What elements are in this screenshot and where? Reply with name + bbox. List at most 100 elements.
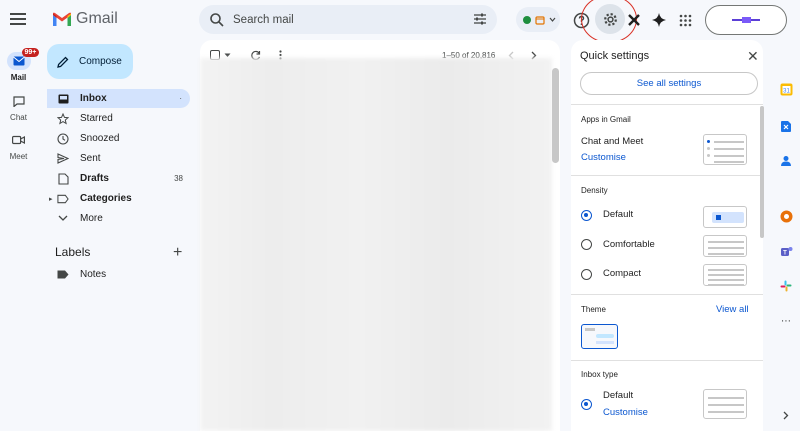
calendar-status-icon [535, 15, 545, 25]
chevron-down-icon [57, 213, 69, 225]
gear-icon [603, 12, 617, 26]
mail-scrollbar[interactable] [552, 68, 559, 163]
density-default-radio[interactable] [581, 210, 592, 221]
inbox-type-heading: Inbox type [581, 370, 618, 379]
apps-customise-link[interactable]: Customise [581, 152, 626, 163]
help-button[interactable] [570, 9, 592, 31]
density-option-label: Comfortable [603, 239, 655, 250]
divider [571, 104, 763, 105]
theme-default-thumbnail[interactable] [581, 324, 618, 349]
extension-button[interactable] [623, 9, 645, 31]
status-selector[interactable] [516, 7, 560, 32]
rail-meet[interactable]: Meet [0, 131, 37, 161]
star-icon [57, 112, 69, 125]
create-label-button[interactable]: + [173, 244, 182, 262]
gemini-sparkle-icon [652, 13, 666, 27]
account-logo-icon [732, 17, 760, 23]
draft-icon [57, 172, 69, 185]
label-notes[interactable]: Notes [47, 265, 190, 284]
quick-settings-panel: Quick settings ✕ See all settings Apps i… [571, 40, 763, 431]
video-camera-icon [12, 135, 25, 145]
rail-chat-label: Chat [10, 113, 27, 122]
svg-text:T: T [783, 250, 787, 256]
nav-starred[interactable]: Starred [47, 109, 190, 128]
quick-settings-scrollbar[interactable] [760, 106, 764, 238]
divider [571, 360, 763, 361]
teams-icon[interactable]: T [779, 244, 793, 258]
density-compact-thumbnail [703, 264, 747, 286]
nav-label: Sent [80, 153, 101, 164]
app-add-on-icon[interactable] [779, 209, 793, 223]
apps-text: Chat and Meet [581, 136, 644, 147]
svg-text:31: 31 [783, 88, 790, 94]
divider [571, 294, 763, 295]
nav-more[interactable]: More [47, 209, 190, 228]
select-dropdown-icon[interactable] [224, 53, 231, 58]
nav-label: Snoozed [80, 133, 120, 144]
product-name: Gmail [76, 10, 118, 27]
apps-preview-thumbnail [703, 134, 747, 165]
search-options-icon[interactable] [473, 12, 487, 26]
nav-inbox-count: · [179, 94, 182, 103]
blurred-message-list [200, 58, 552, 431]
pencil-icon [57, 56, 69, 68]
contacts-icon[interactable] [779, 154, 793, 168]
keep-icon[interactable] [779, 119, 793, 133]
nav-snoozed[interactable]: Snoozed [47, 129, 190, 148]
rail-chat[interactable]: Chat [0, 92, 37, 122]
density-heading: Density [581, 186, 608, 195]
theme-view-all-link[interactable]: View all [716, 304, 749, 315]
main-menu-button[interactable] [8, 10, 28, 30]
density-option-label: Compact [603, 268, 642, 279]
expand-panel-icon[interactable] [779, 408, 793, 422]
search-bar[interactable] [199, 5, 497, 34]
calendar-icon[interactable]: 31 [779, 82, 793, 96]
gmail-m-icon [53, 12, 71, 26]
status-active-icon [523, 15, 531, 24]
more-addons-icon[interactable]: ⋯ [779, 314, 793, 328]
quick-settings-title: Quick settings [580, 50, 650, 62]
nav-sent[interactable]: Sent [47, 149, 190, 168]
apps-grid-icon [679, 14, 691, 26]
label-filled-icon [57, 269, 69, 281]
rail-meet-label: Meet [9, 152, 28, 161]
divider [571, 175, 763, 176]
close-icon[interactable]: ✕ [747, 48, 759, 65]
nav-inbox[interactable]: Inbox · [47, 89, 190, 108]
help-icon [573, 12, 589, 28]
nav-drafts[interactable]: Drafts 38 [47, 169, 190, 188]
nav-label: Categories [80, 193, 132, 204]
density-default-thumbnail [703, 206, 747, 228]
apps-button[interactable] [674, 9, 696, 31]
nav-label: Drafts [80, 173, 109, 184]
nav-categories[interactable]: ▸ Categories [47, 189, 190, 208]
compose-label: Compose [79, 56, 122, 67]
density-option-label: Default [603, 209, 634, 220]
drafts-count: 38 [174, 174, 183, 183]
rail-mail[interactable]: 99+ Mail [0, 48, 40, 82]
gmail-logo[interactable]: Gmail [52, 10, 118, 28]
inbox-type-customise-link[interactable]: Customise [603, 407, 648, 418]
see-all-settings-button[interactable]: See all settings [580, 72, 758, 95]
caret-right-icon[interactable]: ▸ [49, 195, 53, 203]
chevron-down-icon [549, 17, 556, 22]
send-icon [57, 153, 69, 165]
unread-badge: 99+ [21, 48, 40, 57]
slack-icon[interactable] [779, 279, 793, 293]
search-input[interactable] [233, 13, 453, 26]
gemini-button[interactable] [648, 9, 670, 31]
account-button[interactable] [705, 5, 787, 35]
density-compact-radio[interactable] [581, 269, 592, 280]
density-comfortable-thumbnail [703, 235, 747, 257]
compose-button[interactable]: Compose [47, 44, 133, 79]
rail-mail-label: Mail [10, 73, 27, 82]
labels-heading: Labels [55, 245, 91, 259]
inbox-type-thumbnail [703, 389, 747, 419]
density-comfortable-radio[interactable] [581, 239, 592, 250]
nav-label: Starred [80, 113, 113, 124]
label-icon [57, 193, 69, 205]
search-icon[interactable] [209, 12, 225, 28]
settings-button[interactable] [595, 4, 625, 34]
clock-icon [57, 132, 69, 145]
inbox-type-default-radio[interactable] [581, 399, 592, 410]
